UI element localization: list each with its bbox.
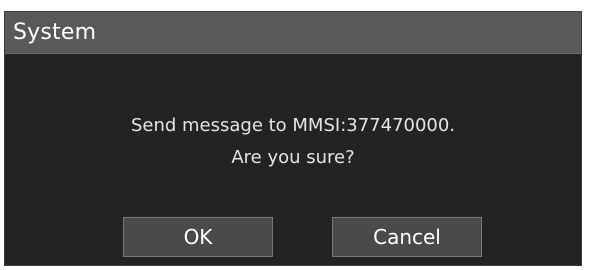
dialog-message: Send message to MMSI:377470000. Are you … [5,110,581,174]
message-line-send: Send message to MMSI:377470000. [130,115,456,136]
confirm-dialog: System Send message to MMSI:377470000. A… [4,11,582,266]
ok-button[interactable]: OK [123,217,273,257]
cancel-button[interactable]: Cancel [332,217,482,257]
dialog-titlebar: System [5,12,581,54]
message-line-confirm: Are you sure? [231,147,355,168]
dialog-button-row: OK Cancel [5,217,581,257]
dialog-title: System [13,20,97,45]
